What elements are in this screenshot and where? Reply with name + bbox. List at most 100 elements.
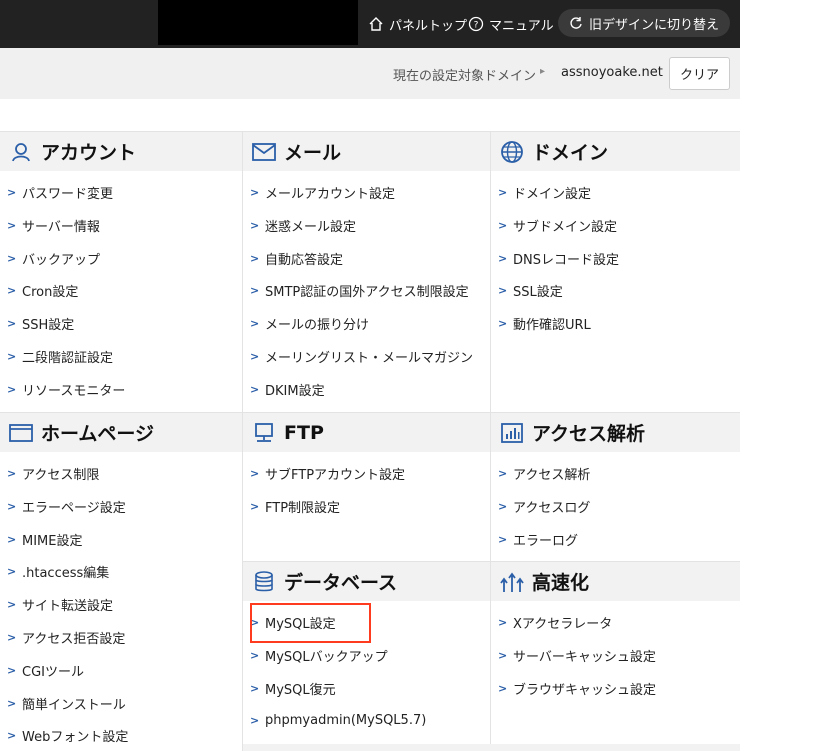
link-label: Cron設定 bbox=[22, 284, 79, 300]
link-mime[interactable]: > MIME設定 bbox=[0, 525, 82, 553]
envelope-icon bbox=[252, 140, 276, 164]
section-account-title: アカウント bbox=[41, 142, 137, 164]
link-label: アクセス解析 bbox=[513, 467, 591, 483]
chevron-right-icon: > bbox=[498, 532, 508, 546]
switch-old-design-button[interactable]: 旧デザインに切り替え bbox=[558, 9, 730, 37]
link-label: サーバーキャッシュ設定 bbox=[513, 649, 656, 665]
link-access-restriction[interactable]: > アクセス制限 bbox=[0, 459, 99, 487]
link-label: 迷惑メール設定 bbox=[265, 219, 357, 235]
link-access-log[interactable]: > アクセスログ bbox=[491, 492, 590, 520]
link-dkim[interactable]: > DKIM設定 bbox=[243, 375, 325, 403]
link-access-analytics[interactable]: > アクセス解析 bbox=[491, 459, 590, 487]
chevron-right-icon: > bbox=[7, 218, 17, 232]
link-ssl[interactable]: > SSL設定 bbox=[491, 276, 563, 304]
link-site-redirect[interactable]: > サイト転送設定 bbox=[0, 590, 113, 618]
section-database-title: データベース bbox=[284, 572, 398, 594]
current-domain-value: assnoyoake.net bbox=[561, 65, 663, 80]
link-label: ドメイン設定 bbox=[513, 186, 592, 202]
link-label: CGIツール bbox=[22, 664, 84, 680]
link-two-factor[interactable]: > 二段階認証設定 bbox=[0, 342, 113, 370]
link-backup[interactable]: > バックアップ bbox=[0, 244, 100, 272]
link-label: 動作確認URL bbox=[513, 317, 591, 333]
link-label: SSH設定 bbox=[22, 317, 75, 333]
link-error-page[interactable]: > エラーページ設定 bbox=[0, 492, 126, 520]
chevron-right-icon: > bbox=[498, 251, 508, 265]
chevron-right-icon: > bbox=[250, 349, 260, 363]
chevron-right-icon: > bbox=[250, 648, 260, 662]
chevron-right-icon: > bbox=[498, 681, 508, 695]
link-label: パスワード変更 bbox=[22, 186, 114, 202]
link-ftp-restriction[interactable]: > FTP制限設定 bbox=[243, 492, 340, 520]
link-label: 二段階認証設定 bbox=[22, 350, 114, 366]
chevron-right-icon: > bbox=[498, 316, 508, 330]
link-label: アクセスログ bbox=[513, 500, 591, 516]
chevron-right-icon: > bbox=[7, 316, 17, 330]
section-analytics-title: アクセス解析 bbox=[532, 423, 646, 445]
switch-old-design-label: 旧デザインに切り替え bbox=[588, 17, 719, 33]
link-error-log[interactable]: > エラーログ bbox=[491, 525, 578, 553]
link-htaccess[interactable]: > .htaccess編集 bbox=[0, 557, 109, 585]
chevron-right-icon: > bbox=[250, 316, 260, 330]
clear-button[interactable]: クリア bbox=[669, 57, 730, 90]
link-easy-install[interactable]: > 簡単インストール bbox=[0, 689, 126, 717]
link-label: SMTP認証の国外アクセス制限設定 bbox=[265, 284, 469, 300]
chevron-right-icon: > bbox=[250, 499, 260, 513]
chevron-right-icon: > bbox=[7, 283, 17, 297]
link-label: ブラウザキャッシュ設定 bbox=[513, 682, 657, 698]
chevron-right-icon: > bbox=[7, 696, 17, 710]
link-browser-cache[interactable]: > ブラウザキャッシュ設定 bbox=[491, 674, 656, 702]
redacted-logo-area bbox=[158, 0, 358, 45]
section-homepage-title: ホームページ bbox=[41, 423, 155, 445]
link-phpmyadmin[interactable]: > phpmyadmin(MySQL5.7) bbox=[243, 706, 426, 734]
link-dns-record[interactable]: > DNSレコード設定 bbox=[491, 244, 619, 272]
monitor-icon bbox=[252, 421, 276, 445]
link-spam[interactable]: > 迷惑メール設定 bbox=[243, 211, 356, 239]
link-label: FTP制限設定 bbox=[265, 500, 341, 516]
link-subdomain[interactable]: > サブドメイン設定 bbox=[491, 211, 617, 239]
link-password-change[interactable]: > パスワード変更 bbox=[0, 178, 113, 206]
link-label: エラーログ bbox=[513, 533, 579, 549]
nav-panel-top[interactable]: パネルトップ bbox=[368, 0, 467, 48]
link-resource-monitor[interactable]: > リソースモニター bbox=[0, 375, 125, 403]
chevron-right-icon: > bbox=[7, 466, 17, 480]
chevron-right-icon: > bbox=[498, 615, 508, 629]
link-server-cache[interactable]: > サーバーキャッシュ設定 bbox=[491, 641, 656, 669]
chevron-right-icon: > bbox=[7, 597, 17, 611]
link-mysql-restore[interactable]: > MySQL復元 bbox=[243, 674, 336, 702]
chevron-right-icon: > bbox=[250, 251, 260, 265]
link-cron[interactable]: > Cron設定 bbox=[0, 276, 78, 304]
link-label: MySQLバックアップ bbox=[265, 649, 388, 665]
link-smtp-restriction[interactable]: > SMTP認証の国外アクセス制限設定 bbox=[243, 276, 469, 304]
link-mail-filter[interactable]: > メールの振り分け bbox=[243, 309, 369, 337]
link-auto-reply[interactable]: > 自動応答設定 bbox=[243, 244, 343, 272]
section-domain: ドメイン bbox=[491, 131, 740, 171]
bar-chart-icon bbox=[500, 421, 524, 445]
link-mail-account[interactable]: > メールアカウント設定 bbox=[243, 178, 395, 206]
link-domain-settings[interactable]: > ドメイン設定 bbox=[491, 178, 591, 206]
link-server-info[interactable]: > サーバー情報 bbox=[0, 211, 100, 239]
link-test-url[interactable]: > 動作確認URL bbox=[491, 309, 591, 337]
link-label: アクセス制限 bbox=[22, 467, 100, 483]
svg-text:?: ? bbox=[474, 21, 479, 31]
link-access-deny[interactable]: > アクセス拒否設定 bbox=[0, 623, 125, 651]
link-mysql-backup[interactable]: > MySQLバックアップ bbox=[243, 641, 388, 669]
link-label: SSL設定 bbox=[513, 284, 563, 300]
next-section-header bbox=[243, 744, 740, 751]
link-x-accelerator[interactable]: > Xアクセラレータ bbox=[491, 608, 612, 636]
link-web-font[interactable]: > Webフォント設定 bbox=[0, 721, 128, 749]
link-label: phpmyadmin(MySQL5.7) bbox=[265, 712, 427, 728]
section-account: アカウント bbox=[0, 131, 242, 171]
link-label: MySQL復元 bbox=[265, 682, 336, 698]
home-icon bbox=[369, 17, 383, 31]
link-ssh[interactable]: > SSH設定 bbox=[0, 309, 74, 337]
link-sub-ftp[interactable]: > サブFTPアカウント設定 bbox=[243, 459, 405, 487]
link-mailing-list[interactable]: > メーリングリスト・メールマガジン bbox=[243, 342, 473, 370]
link-cgi-tools[interactable]: > CGIツール bbox=[0, 656, 84, 684]
chevron-right-icon: > bbox=[7, 532, 17, 546]
link-label: サイト転送設定 bbox=[22, 598, 114, 614]
chevron-right-icon: > bbox=[7, 382, 17, 396]
nav-manual[interactable]: ? マニュアル bbox=[468, 0, 554, 48]
chevron-right-icon: > bbox=[7, 728, 17, 742]
chevron-right-icon: > bbox=[498, 283, 508, 297]
link-label: Webフォント設定 bbox=[22, 729, 129, 745]
